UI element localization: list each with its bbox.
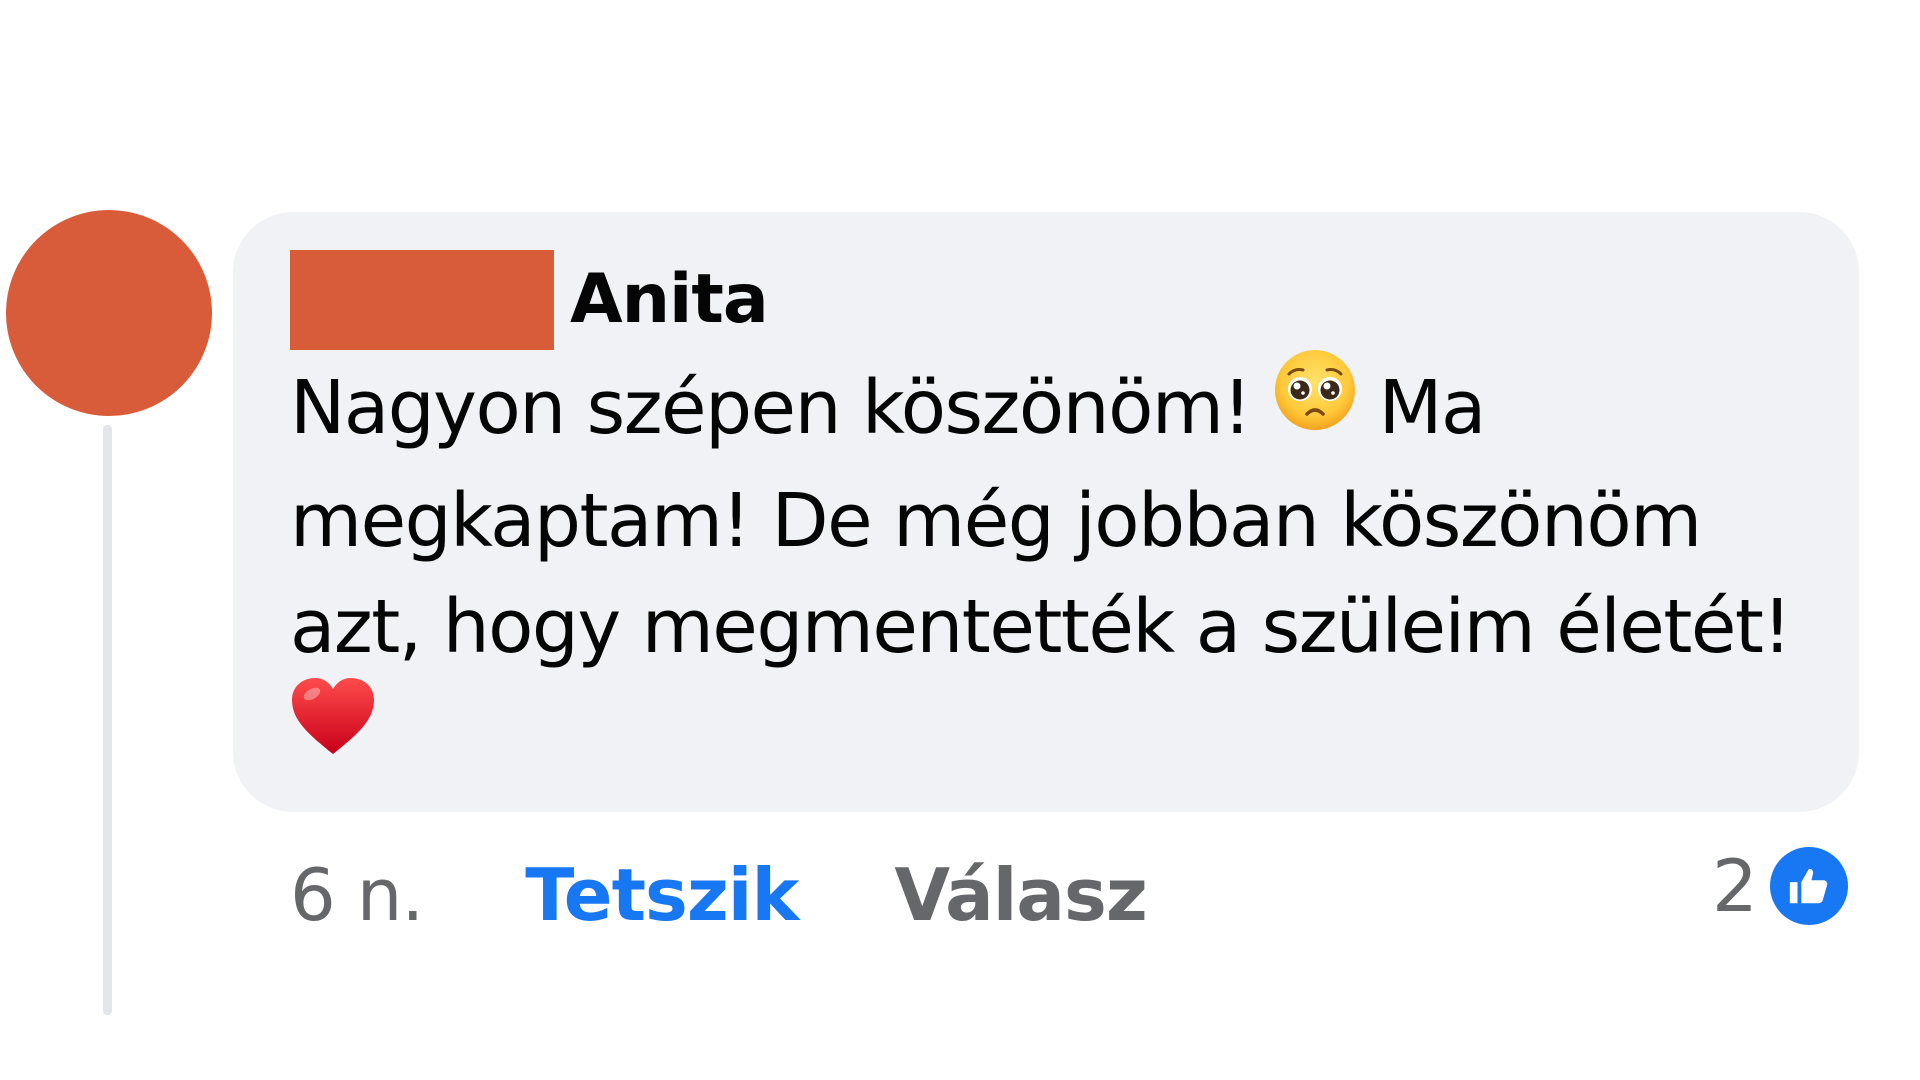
author-row: Anita	[290, 250, 1803, 350]
thread-line	[103, 425, 112, 1015]
red-heart-icon	[290, 676, 376, 784]
reaction-count: 2	[1712, 844, 1758, 928]
comment-text: Nagyon szépen köszönöm! Ma megkaptam! De…	[290, 350, 1830, 792]
author-name[interactable]: Anita	[570, 266, 769, 334]
reaction-summary[interactable]: 2	[1712, 836, 1848, 936]
comment-text-part-1: Nagyon szépen köszönöm!	[290, 365, 1273, 451]
comment-thread: Anita Nagyon szépen köszönöm! Ma megkapt…	[0, 0, 1920, 1080]
comment-actions: 6 n. Tetszik Válasz	[290, 845, 1148, 945]
pleading-face-icon	[1273, 348, 1357, 460]
like-button[interactable]: Tetszik	[525, 853, 799, 937]
name-redaction	[290, 250, 554, 350]
avatar[interactable]	[6, 210, 212, 416]
reply-button[interactable]: Válasz	[894, 853, 1147, 937]
comment-bubble: Anita Nagyon szépen köszönöm! Ma megkapt…	[233, 212, 1859, 812]
thumbs-up-icon	[1769, 847, 1848, 925]
comment-timestamp[interactable]: 6 n.	[290, 853, 424, 937]
